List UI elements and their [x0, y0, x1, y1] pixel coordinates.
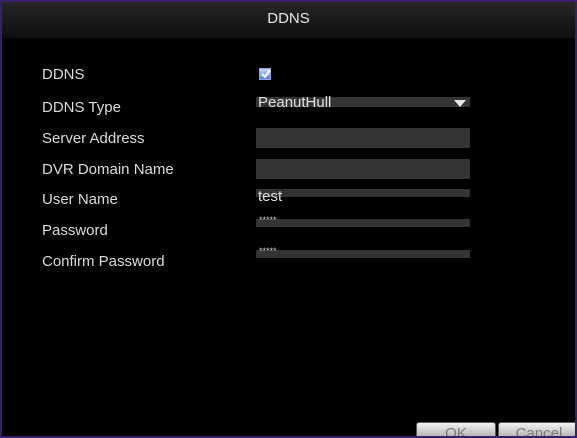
user-name-value: test — [258, 188, 283, 205]
password-input[interactable]: ***** — [256, 215, 470, 227]
ddns-label: DDNS — [42, 66, 85, 83]
ddns-type-select[interactable]: PeanutHull — [256, 94, 470, 111]
user-name-input[interactable]: test — [256, 188, 470, 205]
server-address-input[interactable] — [256, 128, 470, 148]
dialog-title: DDNS — [267, 10, 310, 27]
confirm-password-label: Confirm Password — [42, 253, 165, 270]
ddns-checkbox[interactable] — [259, 68, 271, 80]
confirm-password-input[interactable]: ***** — [256, 246, 470, 258]
dvr-domain-name-label: DVR Domain Name — [42, 161, 174, 178]
server-address-label: Server Address — [42, 130, 145, 147]
confirm-password-value: ***** — [259, 246, 277, 256]
user-name-label: User Name — [42, 191, 118, 208]
title-bar: DDNS — [2, 2, 575, 38]
dvr-domain-name-input[interactable] — [256, 159, 470, 179]
ok-button[interactable]: OK — [416, 422, 496, 436]
cancel-button[interactable]: Cancel — [498, 422, 575, 436]
checkmark-icon — [261, 69, 271, 79]
password-value: ***** — [259, 215, 277, 225]
password-label: Password — [42, 222, 108, 239]
ddns-type-value: PeanutHull — [258, 94, 332, 111]
ddns-dialog: DDNS DDNS DDNS Type PeanutHull Server Ad… — [0, 0, 577, 438]
ddns-type-label: DDNS Type — [42, 99, 121, 116]
chevron-down-icon — [454, 100, 466, 107]
